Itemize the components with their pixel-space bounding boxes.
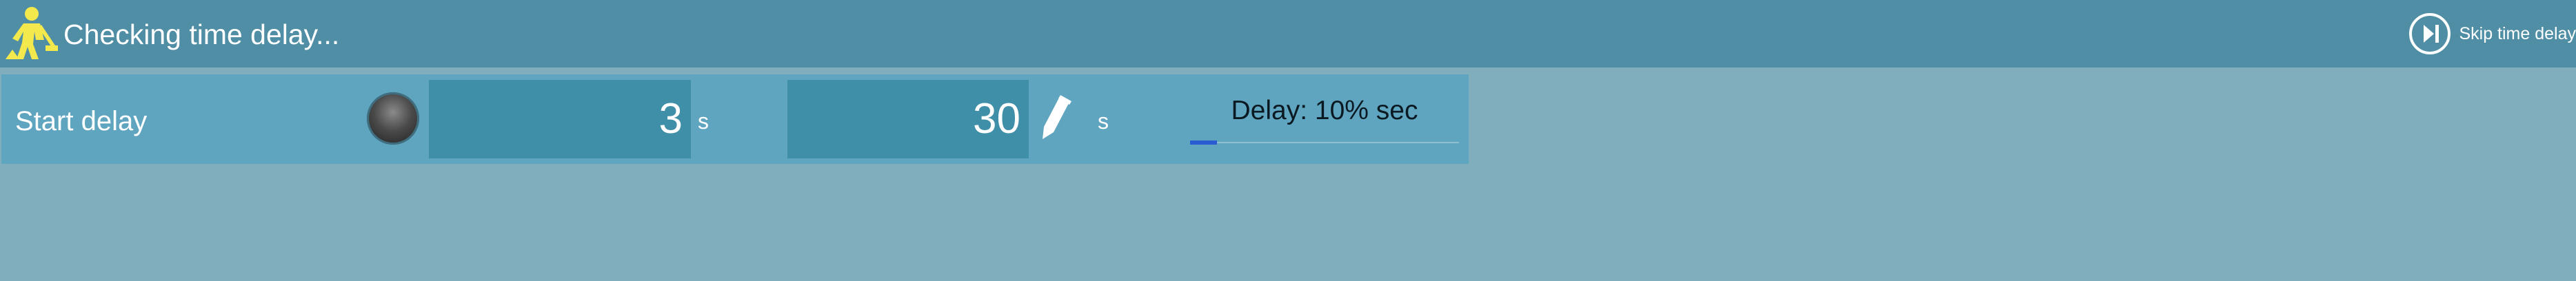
page-title: Checking time delay... bbox=[63, 19, 340, 50]
start-delay-row: Start delay 3 s 30 s Delay: 10% sec bbox=[1, 74, 1469, 164]
skip-time-delay-label: Skip time delay bbox=[2459, 23, 2576, 43]
current-delay-unit: s bbox=[698, 109, 709, 134]
delay-progress-text: Delay: 10% sec bbox=[1231, 96, 1418, 125]
title-bar: Checking time delay... Skip time delay bbox=[0, 0, 2576, 67]
skip-forward-circle-icon bbox=[2409, 13, 2451, 54]
delay-progress-track bbox=[1190, 142, 1459, 143]
start-delay-label: Start delay bbox=[15, 106, 148, 136]
delay-progress-fill bbox=[1190, 140, 1217, 145]
status-led-indicator bbox=[367, 92, 419, 145]
current-delay-value: 3 bbox=[429, 80, 691, 158]
delay-progress: Delay: 10% sec bbox=[1190, 95, 1459, 145]
target-delay-unit: s bbox=[1098, 109, 1109, 134]
roadwork-worker-icon bbox=[6, 7, 58, 59]
target-delay-field[interactable]: 30 bbox=[787, 80, 1029, 158]
skip-time-delay-button[interactable]: Skip time delay bbox=[2408, 10, 2576, 58]
pencil-icon[interactable] bbox=[1038, 94, 1076, 142]
